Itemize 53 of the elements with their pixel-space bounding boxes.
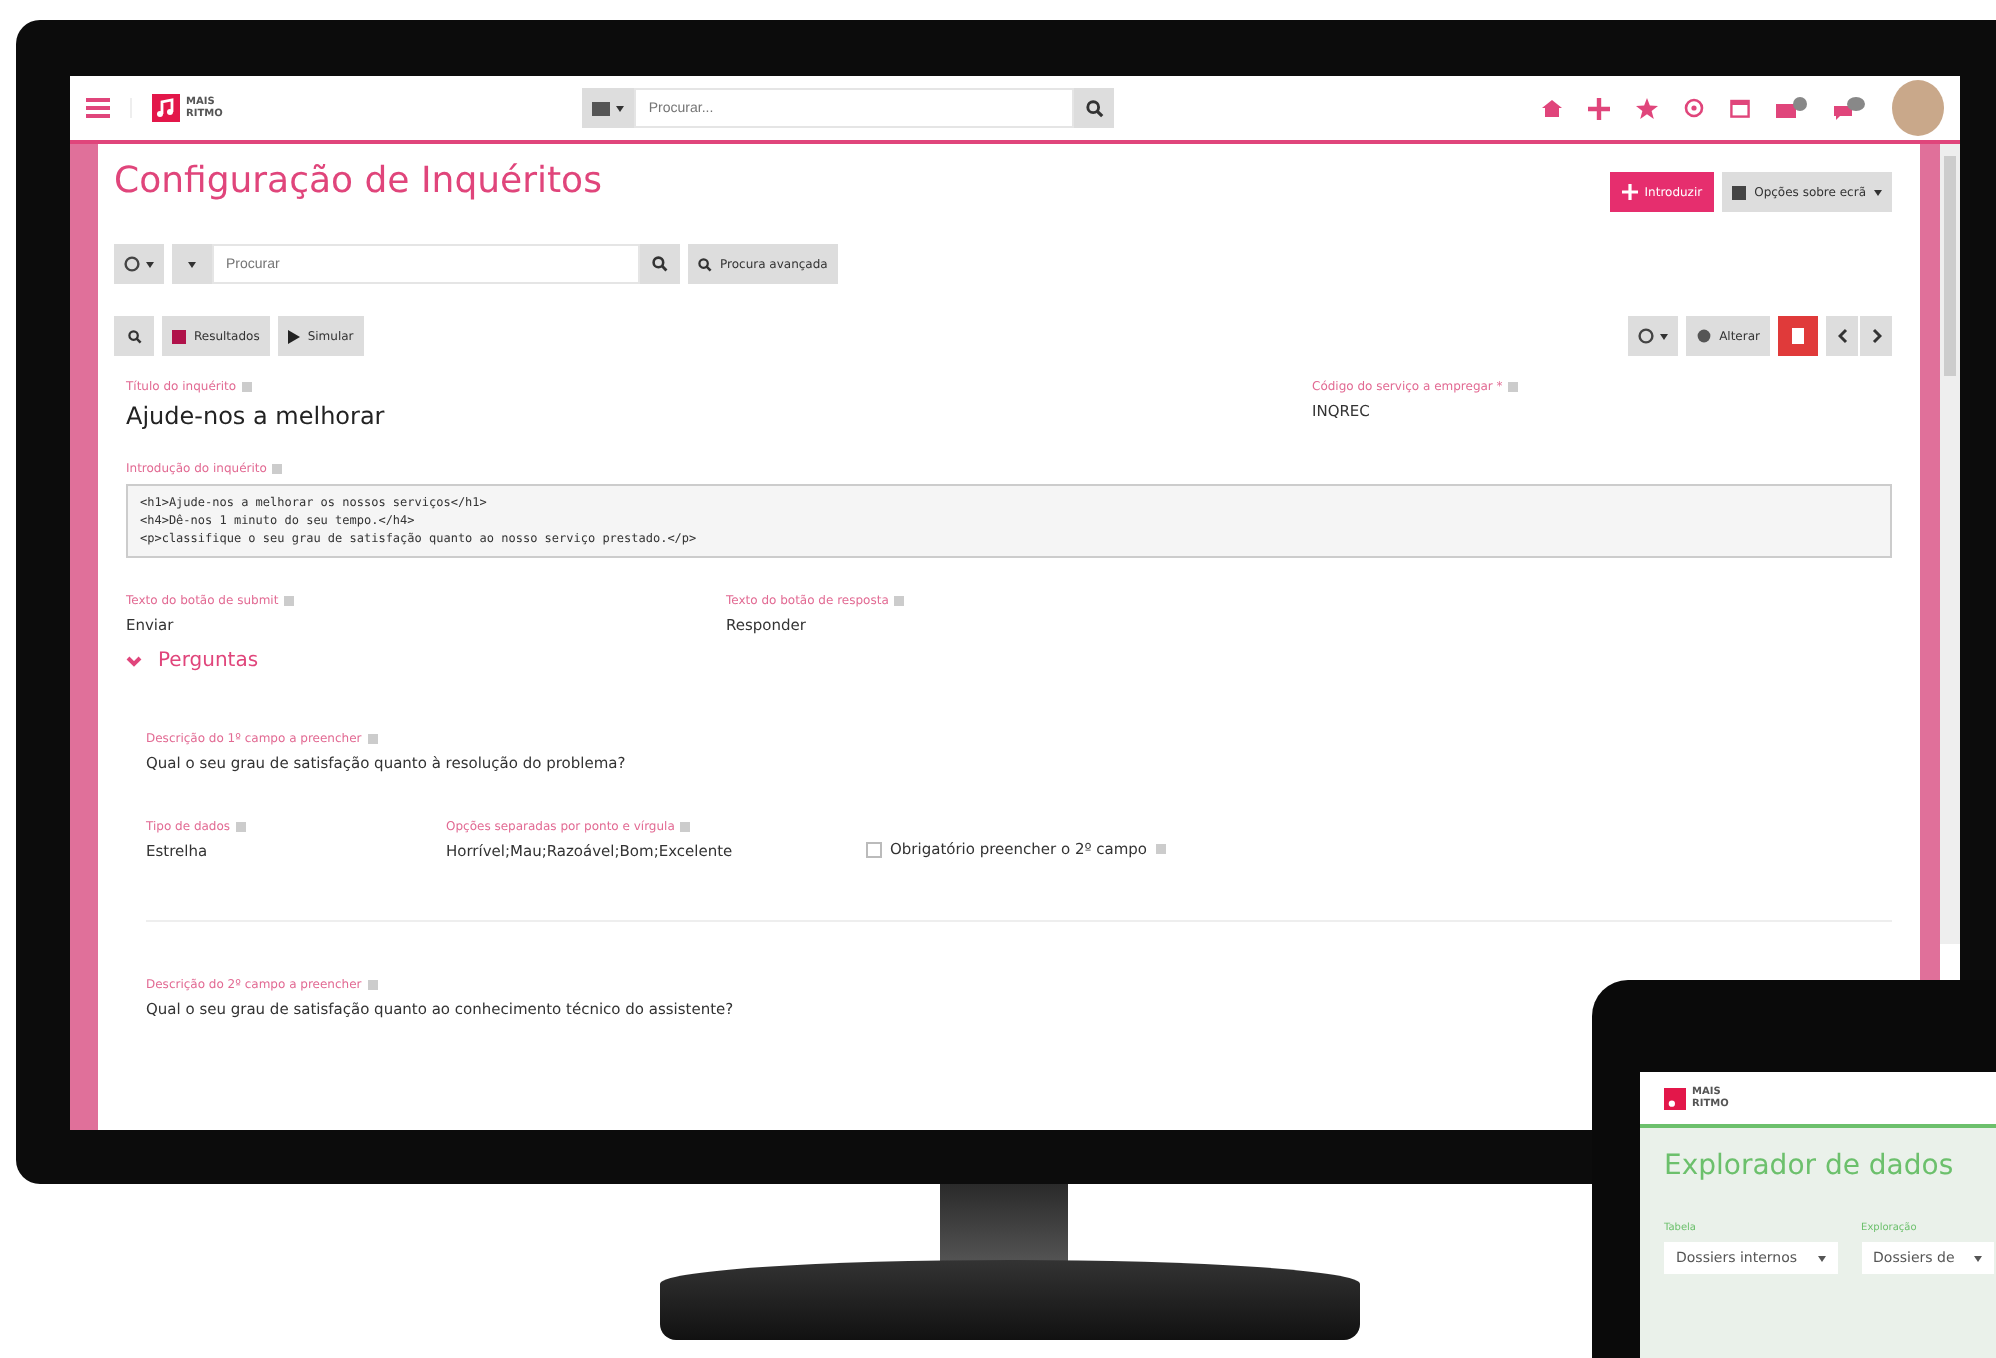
caret-icon	[188, 261, 196, 267]
checkbox[interactable]	[866, 841, 882, 857]
caret-icon	[1874, 189, 1882, 195]
chevron-left-icon	[1837, 328, 1847, 344]
calendar-icon[interactable]	[1730, 98, 1750, 118]
next-button[interactable]	[1860, 316, 1892, 356]
page-title: Configuração de Inquéritos	[114, 160, 602, 202]
help-icon	[284, 596, 295, 606]
help-icon	[894, 596, 905, 606]
search-icon	[652, 256, 668, 272]
help-icon	[1155, 844, 1166, 854]
target-icon[interactable]	[1684, 98, 1704, 118]
zoom-button[interactable]	[114, 316, 154, 356]
caret-icon	[616, 105, 625, 111]
help-icon	[236, 822, 247, 832]
page-title: Explorador de dados	[1664, 1150, 1954, 1182]
star-icon[interactable]	[1636, 97, 1658, 119]
chat-icon[interactable]	[1834, 96, 1866, 120]
help-icon	[1508, 382, 1519, 392]
monitor-stand	[940, 1184, 1068, 1264]
menu-icon[interactable]	[86, 98, 132, 118]
search-button[interactable]	[640, 244, 680, 284]
help-icon	[272, 464, 283, 474]
help-icon	[367, 980, 378, 990]
logo-icon	[1664, 1087, 1686, 1109]
plus-icon	[1622, 184, 1639, 200]
caret-icon	[1659, 333, 1668, 339]
plus-icon[interactable]	[1588, 97, 1610, 119]
field-value: Ajude-nos a melhorar	[126, 402, 385, 430]
scrollbar[interactable]	[1940, 144, 1960, 944]
search-icon	[1085, 99, 1104, 117]
play-icon	[287, 329, 300, 343]
logo-icon	[152, 94, 180, 122]
delete-button[interactable]	[1778, 316, 1818, 356]
section-toggle[interactable]: Perguntas	[126, 650, 259, 672]
caret-icon	[1974, 1255, 1983, 1261]
home-icon[interactable]	[1542, 98, 1562, 118]
view-toggle-button[interactable]	[582, 88, 635, 128]
caret-icon	[1817, 1255, 1826, 1261]
help-icon	[367, 734, 378, 744]
filter-menu-button[interactable]	[114, 244, 164, 284]
help-icon	[242, 382, 253, 392]
previous-button[interactable]	[1826, 316, 1858, 356]
more-button[interactable]	[1627, 316, 1678, 356]
search-button[interactable]	[1074, 88, 1115, 128]
caret-icon	[146, 261, 154, 267]
chevron-right-icon	[1871, 328, 1881, 344]
chevron-icon	[126, 655, 142, 667]
search-icon	[127, 329, 141, 343]
search-icon	[698, 257, 712, 271]
envelope-icon[interactable]	[1776, 96, 1808, 120]
help-icon	[680, 822, 691, 832]
avatar[interactable]	[1892, 80, 1944, 136]
